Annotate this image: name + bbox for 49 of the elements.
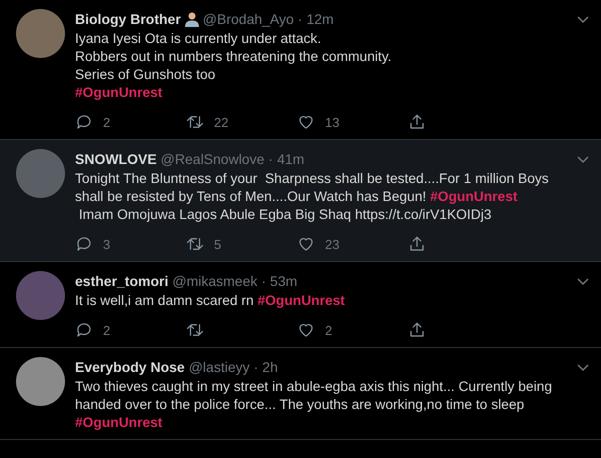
- display-name[interactable]: SNOWLOVE: [75, 151, 157, 167]
- hashtag-link[interactable]: #OgunUnrest: [75, 415, 162, 430]
- timestamp[interactable]: 53m: [270, 273, 298, 289]
- tweet-text: Tonight The Bluntness of your Sharpness shall be tested....For 1 million Boys shall be resisted by Tens of Men....Our Watch has Begun! #OgunUnrest Imam Omojuwa Lagos Abule Egba Big Shaq https://t.co/irV1KOIDj3: [75, 170, 550, 224]
- avatar[interactable]: [16, 271, 65, 320]
- retweet-icon[interactable]: [186, 235, 204, 253]
- action-count: 5: [214, 236, 222, 252]
- heart-icon[interactable]: [297, 113, 315, 131]
- hashtag-link[interactable]: #OgunUnrest: [258, 293, 345, 308]
- timestamp[interactable]: 2h: [262, 359, 278, 375]
- display-name[interactable]: Everybody Nose: [75, 359, 185, 375]
- timestamp[interactable]: 12m: [306, 11, 334, 27]
- speech-bubble-icon[interactable]: [75, 113, 93, 131]
- share-icon[interactable]: [408, 321, 426, 339]
- user-handle[interactable]: @RealSnowlove: [160, 151, 264, 167]
- retweet-icon[interactable]: [186, 113, 204, 131]
- action-count: 23: [325, 236, 340, 252]
- tweet-text: Two thieves caught in my street in abule-egba axis this night... Currently being handed over to the police force... The youths are working,no time to sleep #OgunUnrest: [75, 378, 554, 432]
- hashtag-link[interactable]: #OgunUnrest: [430, 189, 518, 204]
- share-icon[interactable]: [408, 113, 426, 131]
- user-handle[interactable]: @mikasmeek: [172, 273, 258, 289]
- action-count: 2: [103, 114, 110, 130]
- share-icon[interactable]: [408, 235, 426, 253]
- display-name[interactable]: esther_tomori: [75, 273, 168, 289]
- tweet-text: It is well,i am damn scared rn #OgunUnrest: [75, 292, 346, 310]
- user-handle[interactable]: @Brodah_Ayo: [202, 11, 294, 27]
- avatar[interactable]: [16, 149, 65, 198]
- tweet-text: Iyana Iyesi Ota is currently under attack. Robbers out in numbers threatening the community. Series of Gunshots too #OgunUnrest: [75, 30, 392, 102]
- action-count: 13: [325, 114, 340, 130]
- action-count: 2: [325, 322, 332, 338]
- separator-dot: ·: [298, 11, 302, 27]
- timestamp[interactable]: 41m: [277, 151, 304, 167]
- separator-dot: ·: [254, 359, 258, 375]
- user-handle[interactable]: @lastieyy: [188, 359, 250, 375]
- heart-icon[interactable]: [297, 235, 315, 253]
- speech-bubble-icon[interactable]: [75, 235, 93, 253]
- display-name[interactable]: Biology Brother: [75, 11, 181, 27]
- hashtag-link[interactable]: #OgunUnrest: [75, 85, 162, 100]
- action-count: 22: [214, 114, 228, 130]
- speech-bubble-icon[interactable]: [75, 321, 93, 339]
- avatar[interactable]: [16, 357, 65, 406]
- separator-dot: ·: [268, 151, 274, 167]
- action-count: 3: [103, 236, 110, 252]
- action-count: 2: [103, 322, 110, 338]
- heart-icon[interactable]: [297, 321, 315, 339]
- separator-dot: ·: [261, 273, 266, 289]
- retweet-icon[interactable]: [186, 321, 204, 339]
- avatar[interactable]: [16, 9, 65, 58]
- tweet-card[interactable]: [0, 140, 601, 262]
